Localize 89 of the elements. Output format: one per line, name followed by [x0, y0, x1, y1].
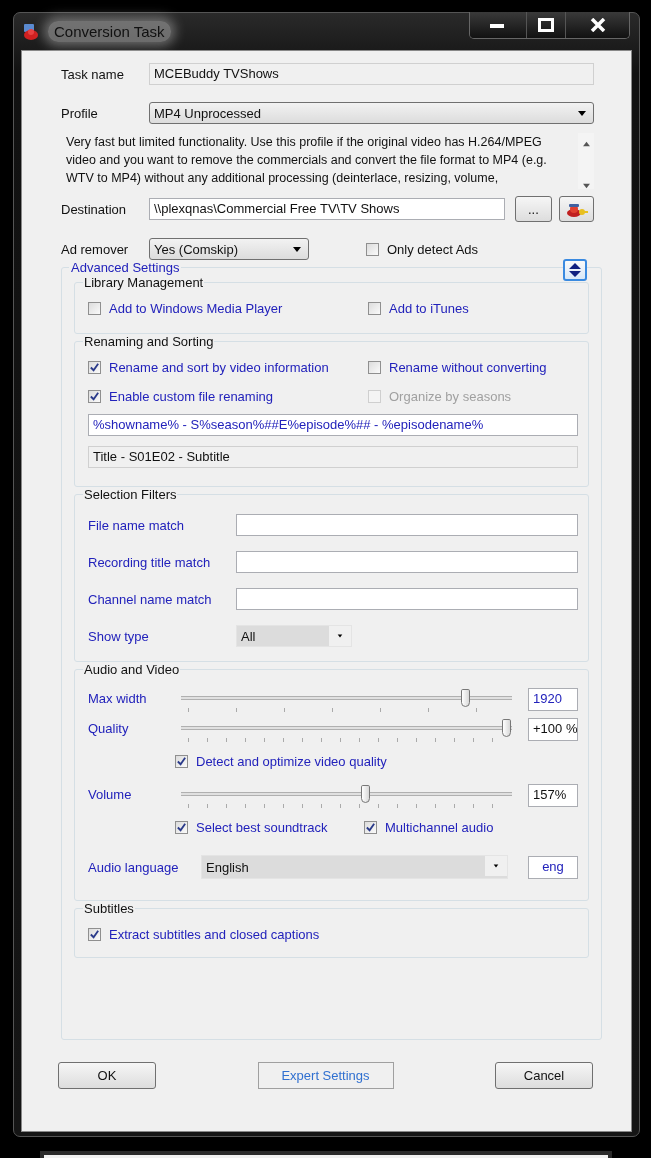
checkbox-label: Add to iTunes — [389, 301, 469, 316]
checkbox[interactable] — [364, 820, 377, 834]
scroll-down-icon — [581, 183, 591, 189]
checkbox-label: Rename without converting — [389, 360, 547, 375]
field-label: Channel name match — [88, 591, 213, 607]
close-icon — [589, 18, 606, 32]
group-title: Library Management — [83, 275, 205, 290]
text-field[interactable]: %showname% - S%season%##E%episode%## - %episodename% — [88, 414, 578, 436]
caret-icon — [577, 109, 587, 117]
dialog-button[interactable]: Expert Settings — [257, 1062, 394, 1089]
dropdown[interactable]: English — [201, 855, 508, 879]
dialog-button[interactable]: Cancel — [495, 1062, 593, 1089]
checkbox-label: Organize by seasons — [389, 389, 512, 404]
field-label: Show type — [88, 628, 150, 644]
collapse-button[interactable] — [563, 259, 587, 281]
window-title: Conversion Task — [48, 21, 171, 42]
text-field[interactable] — [236, 551, 578, 573]
checkbox[interactable] — [366, 242, 379, 256]
field-label: Task name — [61, 66, 125, 82]
field-label: Destination — [61, 201, 128, 217]
checkbox[interactable] — [175, 820, 188, 834]
maximize-icon — [538, 18, 554, 32]
value-field[interactable]: 157% — [528, 784, 578, 807]
field-label: File name match — [88, 517, 186, 533]
minimize-button[interactable] — [470, 12, 527, 38]
field-label: Quality — [88, 721, 130, 736]
check-icon — [365, 821, 376, 833]
check-icon — [89, 362, 100, 373]
value-field[interactable]: eng — [528, 855, 578, 879]
slider-thumb[interactable] — [361, 785, 371, 803]
value-field[interactable]: 1920 — [528, 688, 578, 711]
preview-field: Title - S01E02 - Subtitle — [88, 446, 578, 468]
dropdown-value: English — [206, 859, 250, 875]
dialog-button[interactable]: OK — [58, 1062, 156, 1089]
dropdown-value: All — [241, 628, 257, 644]
group-title: Advanced Settings — [70, 260, 181, 275]
checkbox[interactable] — [88, 390, 101, 403]
description-text: Very fast but limited functionality. Use this profile if the original video has H.264/MPEG video and you want to remove the commercials and convert the file format to MP4 (e.g. WTV to MP4) without any additional processing (deinterlace, resizing, volume, — [65, 134, 548, 187]
app-icon — [22, 22, 40, 41]
check-icon — [89, 929, 100, 940]
dropdown[interactable]: MP4 Unprocessed — [149, 102, 594, 124]
checkbox-label: Multichannel audio — [385, 819, 494, 835]
caret-icon — [292, 245, 302, 253]
caret-icon — [485, 856, 507, 876]
scrollbar[interactable] — [578, 133, 594, 189]
dropdown-value: Yes (Comskip) — [154, 241, 240, 257]
checkbox[interactable] — [368, 302, 381, 315]
checkbox-label: Enable custom file renaming — [109, 389, 274, 404]
field-label: Max width — [88, 691, 148, 706]
maximize-button[interactable] — [527, 12, 566, 38]
checkbox-label: Rename and sort by video information — [109, 360, 329, 375]
close-button[interactable] — [566, 12, 629, 38]
checkbox[interactable] — [88, 361, 101, 374]
checkbox-label: Detect and optimize video quality — [196, 753, 387, 769]
text-field[interactable] — [236, 514, 578, 536]
field-label: Profile — [61, 105, 99, 121]
checkbox[interactable] — [88, 302, 101, 315]
up-down-icon — [567, 262, 583, 278]
check-icon — [176, 755, 187, 767]
field-label: Ad remover — [61, 241, 130, 257]
group-title: Selection Filters — [83, 487, 178, 502]
dropdown[interactable]: All — [236, 625, 352, 647]
group-title: Renaming and Sorting — [83, 334, 215, 349]
checkbox-label: Only detect Ads — [387, 241, 479, 257]
group-title: Audio and Video — [83, 662, 181, 677]
slider-thumb[interactable] — [460, 689, 470, 707]
browse-button[interactable]: ... — [514, 196, 553, 222]
field-label: Volume — [88, 787, 133, 802]
checkbox[interactable] — [368, 361, 381, 374]
check-icon — [89, 391, 100, 402]
checkbox-label: Extract subtitles and closed captions — [109, 927, 320, 942]
field-label: Audio language — [88, 859, 180, 875]
field-label: Recording title match — [88, 554, 212, 570]
text-field[interactable] — [236, 588, 578, 610]
caret-icon — [329, 626, 351, 646]
icon-button[interactable] — [559, 196, 594, 222]
checkbox[interactable] — [88, 928, 101, 941]
group-title: Subtitles — [83, 901, 135, 916]
text-field[interactable]: \\plexqnas\Commercial Free TV\TV Shows — [149, 198, 505, 220]
checkbox-label: Add to Windows Media Player — [109, 301, 283, 316]
dropdown[interactable]: Yes (Comskip) — [149, 238, 309, 260]
checkbox[interactable] — [175, 754, 188, 768]
dropdown-value: MP4 Unprocessed — [154, 105, 262, 121]
value-field[interactable]: +100 % — [528, 718, 578, 741]
scroll-up-icon — [581, 141, 591, 147]
checkbox-label: Select best soundtrack — [196, 819, 328, 835]
text-field[interactable]: MCEBuddy TVShows — [149, 63, 594, 85]
slider-thumb[interactable] — [502, 719, 512, 737]
check-icon — [176, 821, 187, 833]
